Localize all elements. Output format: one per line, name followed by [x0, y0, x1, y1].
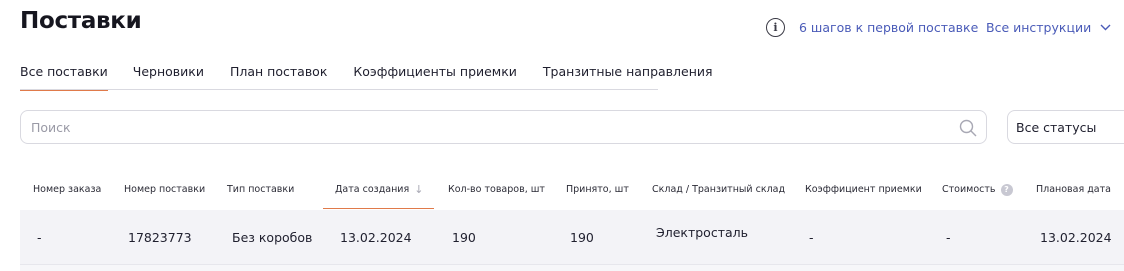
tab-acceptance-coefficients[interactable]: Коэффициенты приемки	[353, 62, 517, 90]
column-accepted[interactable]: Принято, шт	[566, 170, 629, 209]
cell-planned-date: 13.02.2024	[1040, 230, 1112, 245]
column-cost[interactable]: Стоимость ?	[942, 170, 1013, 209]
all-instructions-dropdown[interactable]: Все инструкции	[986, 17, 1111, 37]
column-label: Дата создания	[335, 183, 410, 195]
column-planned-date[interactable]: Плановая дата	[1036, 170, 1111, 209]
column-order-number[interactable]: Номер заказа	[33, 170, 101, 209]
chevron-down-icon	[1099, 21, 1111, 33]
search-icon[interactable]	[959, 119, 977, 137]
cell-supply-type: Без коробов	[232, 230, 313, 245]
table-row[interactable]: - 17823773 Без коробов 13.02.2024 190 19…	[20, 210, 1124, 264]
column-label: Номер поставки	[124, 184, 206, 195]
column-label: Плановая дата	[1036, 184, 1111, 195]
tab-supply-plan[interactable]: План поставок	[230, 62, 327, 90]
tab-transit-directions[interactable]: Транзитные направления	[543, 62, 713, 90]
cell-items-count: 190	[452, 230, 476, 245]
info-icon[interactable]: i	[766, 17, 785, 37]
column-items-count[interactable]: Кол-во товаров, шт	[448, 170, 545, 209]
cell-created-date: 13.02.2024	[340, 230, 412, 245]
search-box	[20, 110, 987, 144]
tab-drafts[interactable]: Черновики	[133, 62, 204, 90]
supply-tabs: Все поставки Черновики План поставок Коэ…	[20, 62, 713, 91]
header-links: i 6 шагов к первой поставке	[766, 17, 978, 37]
column-warehouse[interactable]: Склад / Транзитный склад	[652, 170, 785, 209]
cell-cost: -	[946, 230, 951, 245]
column-acceptance-coefficient[interactable]: Коэффициент приемки	[805, 170, 922, 209]
first-supply-guide-link[interactable]: 6 шагов к первой поставке	[799, 20, 978, 35]
column-label: Стоимость	[942, 184, 996, 195]
column-label: Тип поставки	[227, 184, 295, 195]
cell-order-number: -	[37, 230, 42, 245]
help-icon[interactable]: ?	[1000, 183, 1013, 196]
status-filter-select[interactable]: Все статусы	[1007, 110, 1124, 144]
tab-all-supplies[interactable]: Все поставки	[20, 62, 108, 91]
column-created-date[interactable]: Дата создания ↓	[323, 170, 434, 209]
page-title: Поставки	[20, 8, 142, 34]
column-supply-type[interactable]: Тип поставки	[227, 170, 294, 209]
cell-acceptance-coefficient: -	[809, 230, 814, 245]
table-header: Номер заказа Номер поставки Тип поставки…	[20, 170, 1124, 209]
column-label: Номер заказа	[33, 184, 102, 195]
column-supply-number[interactable]: Номер поставки	[124, 170, 205, 209]
search-input[interactable]	[31, 119, 931, 135]
table-row-partial	[20, 264, 1124, 271]
column-label: Кол-во товаров, шт	[448, 184, 545, 195]
cell-warehouse: Электросталь	[656, 225, 748, 240]
cell-supply-number: 17823773	[128, 230, 192, 245]
column-label: Принято, шт	[566, 184, 629, 195]
cell-accepted: 190	[570, 230, 594, 245]
column-label: Склад / Транзитный склад	[652, 184, 786, 195]
all-instructions-label: Все инструкции	[986, 19, 1092, 35]
sort-arrow-down-icon: ↓	[414, 182, 424, 196]
column-label: Коэффициент приемки	[805, 184, 922, 195]
